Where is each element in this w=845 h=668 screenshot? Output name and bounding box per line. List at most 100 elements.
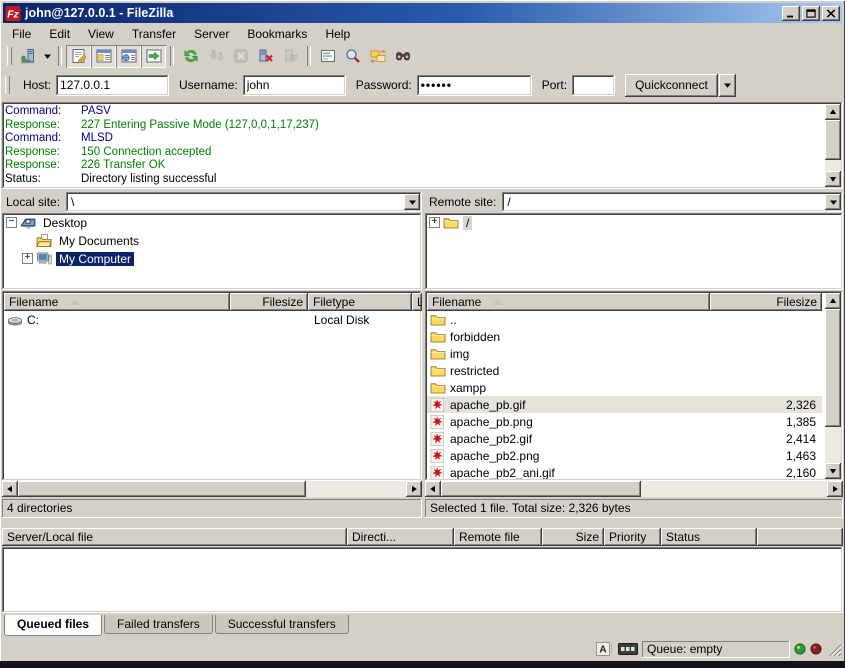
file-row[interactable]: apache_pb2_ani.gif2,160 [427,464,822,479]
tree-item[interactable]: My Documents [2,231,422,249]
menu-view[interactable]: View [79,25,123,43]
file-row[interactable]: apache_pb2.png1,463 [427,447,822,464]
column-header-filesize[interactable]: Filesize [710,293,822,311]
log-line-label: Command: [5,132,81,146]
remote-site-combobox[interactable]: / [502,192,843,212]
file-row[interactable]: img [427,345,822,362]
column-header-server-local-file[interactable]: Server/Local file [2,528,347,546]
expander-plus-icon[interactable]: + [22,253,33,264]
refresh-button[interactable] [178,45,203,68]
column-header-label: Filesize [776,295,817,309]
file-row[interactable]: apache_pb.gif2,326 [427,396,822,413]
find-files-button[interactable] [390,45,415,68]
menu-file[interactable]: File [3,25,40,43]
scroll-down-button[interactable] [825,171,841,187]
scroll-right-button[interactable] [406,481,422,497]
menu-bookmarks[interactable]: Bookmarks [238,25,316,43]
remote-horizontal-scrollbar[interactable] [425,481,843,497]
host-input[interactable] [56,75,169,96]
scroll-up-button[interactable] [825,293,841,309]
tree-item[interactable]: +My Computer [2,249,422,267]
local-horizontal-scrollbar[interactable] [2,481,422,497]
tab-failed-transfers[interactable]: Failed transfers [104,615,213,634]
port-input[interactable] [572,75,615,96]
process-queue-button[interactable] [203,45,228,68]
quickconnect-dropdown-button[interactable] [719,74,736,97]
quickconnect-grip[interactable] [5,76,10,94]
scroll-thumb[interactable] [18,481,306,497]
file-row[interactable]: forbidden [427,328,822,345]
tree-item[interactable]: −Desktop [2,213,422,231]
column-header-priority[interactable]: Priority [604,528,661,546]
column-header-filename[interactable]: Filename [427,293,710,311]
menu-server[interactable]: Server [185,25,238,43]
maximize-button[interactable] [802,6,820,21]
close-button[interactable] [822,6,840,21]
menu-transfer[interactable]: Transfer [123,25,185,43]
log-scrollbar[interactable] [825,104,841,187]
dropdown-arrow-icon [724,83,731,88]
menu-help[interactable]: Help [316,25,359,43]
column-header-remote-file[interactable]: Remote file [454,528,542,546]
scroll-left-button[interactable] [2,481,18,497]
file-row[interactable]: .. [427,311,822,328]
file-row[interactable]: C:Local Disk [4,311,420,328]
site-manager-button[interactable] [15,45,40,68]
quickconnect-button[interactable]: Quickconnect [625,74,718,97]
column-header-status[interactable]: Status [661,528,757,546]
site-manager-dropdown-button[interactable] [40,45,54,68]
toggle-transfer-queue-button[interactable] [141,45,166,68]
minimize-button[interactable] [782,6,800,21]
scroll-right-button[interactable] [827,481,843,497]
tab-queued-files[interactable]: Queued files [4,615,102,636]
file-name: apache_pb.png [450,415,533,429]
remote-site-dropdown-button[interactable] [825,194,841,210]
local-site-dropdown-button[interactable] [404,194,420,210]
remote-vertical-scrollbar[interactable] [825,293,841,479]
file-row[interactable]: xampp [427,379,822,396]
file-name-cell: xampp [427,380,710,396]
column-header-size[interactable]: Size [542,528,604,546]
column-header-label: Size [576,530,599,544]
expander-minus-icon[interactable]: − [6,217,17,228]
filter-button[interactable] [315,45,340,68]
password-input[interactable] [417,75,532,96]
cancel-operation-button[interactable] [228,45,253,68]
scroll-down-button[interactable] [825,463,841,479]
host-label: Host: [23,78,51,92]
tab-successful-transfers[interactable]: Successful transfers [215,615,349,634]
toggle-message-log-button[interactable] [66,45,91,68]
expander-plus-icon[interactable]: + [429,217,440,228]
toggle-local-tree-button[interactable] [91,45,116,68]
local-status-text: 4 directories [2,499,422,518]
toggle-remote-tree-button[interactable] [116,45,141,68]
menu-edit[interactable]: Edit [40,25,79,43]
reconnect-button[interactable] [278,45,303,68]
local-site-combobox[interactable]: \ [66,192,422,212]
column-header-filetype[interactable]: Filetype [308,293,412,311]
synchronized-browsing-button[interactable] [365,45,390,68]
toolbar-grip[interactable] [7,47,12,65]
column-header-label: Filesize [262,295,303,309]
column-header-filesize[interactable]: Filesize [230,293,308,311]
title-bar[interactable]: Fz john@127.0.0.1 - FileZilla [3,3,842,23]
scroll-thumb[interactable] [441,481,641,497]
column-header-l[interactable]: L [412,293,422,311]
resize-grip[interactable] [826,641,842,657]
file-name: apache_pb.gif [450,398,525,412]
column-header-directi-[interactable]: Directi... [347,528,454,546]
disconnect-button[interactable] [253,45,278,68]
directory-comparison-button[interactable] [340,45,365,68]
column-header-[interactable] [757,528,843,546]
tree-item[interactable]: +/ [425,213,843,231]
scroll-thumb[interactable] [825,120,841,160]
file-row[interactable]: restricted [427,362,822,379]
status-bar: A Queue: empty [2,638,843,660]
column-header-filename[interactable]: Filename [4,293,230,311]
file-row[interactable]: apache_pb.png1,385 [427,413,822,430]
scroll-left-button[interactable] [425,481,441,497]
username-input[interactable] [243,75,346,96]
file-row[interactable]: apache_pb2.gif2,414 [427,430,822,447]
scroll-thumb[interactable] [825,309,841,427]
scroll-up-button[interactable] [825,104,841,120]
